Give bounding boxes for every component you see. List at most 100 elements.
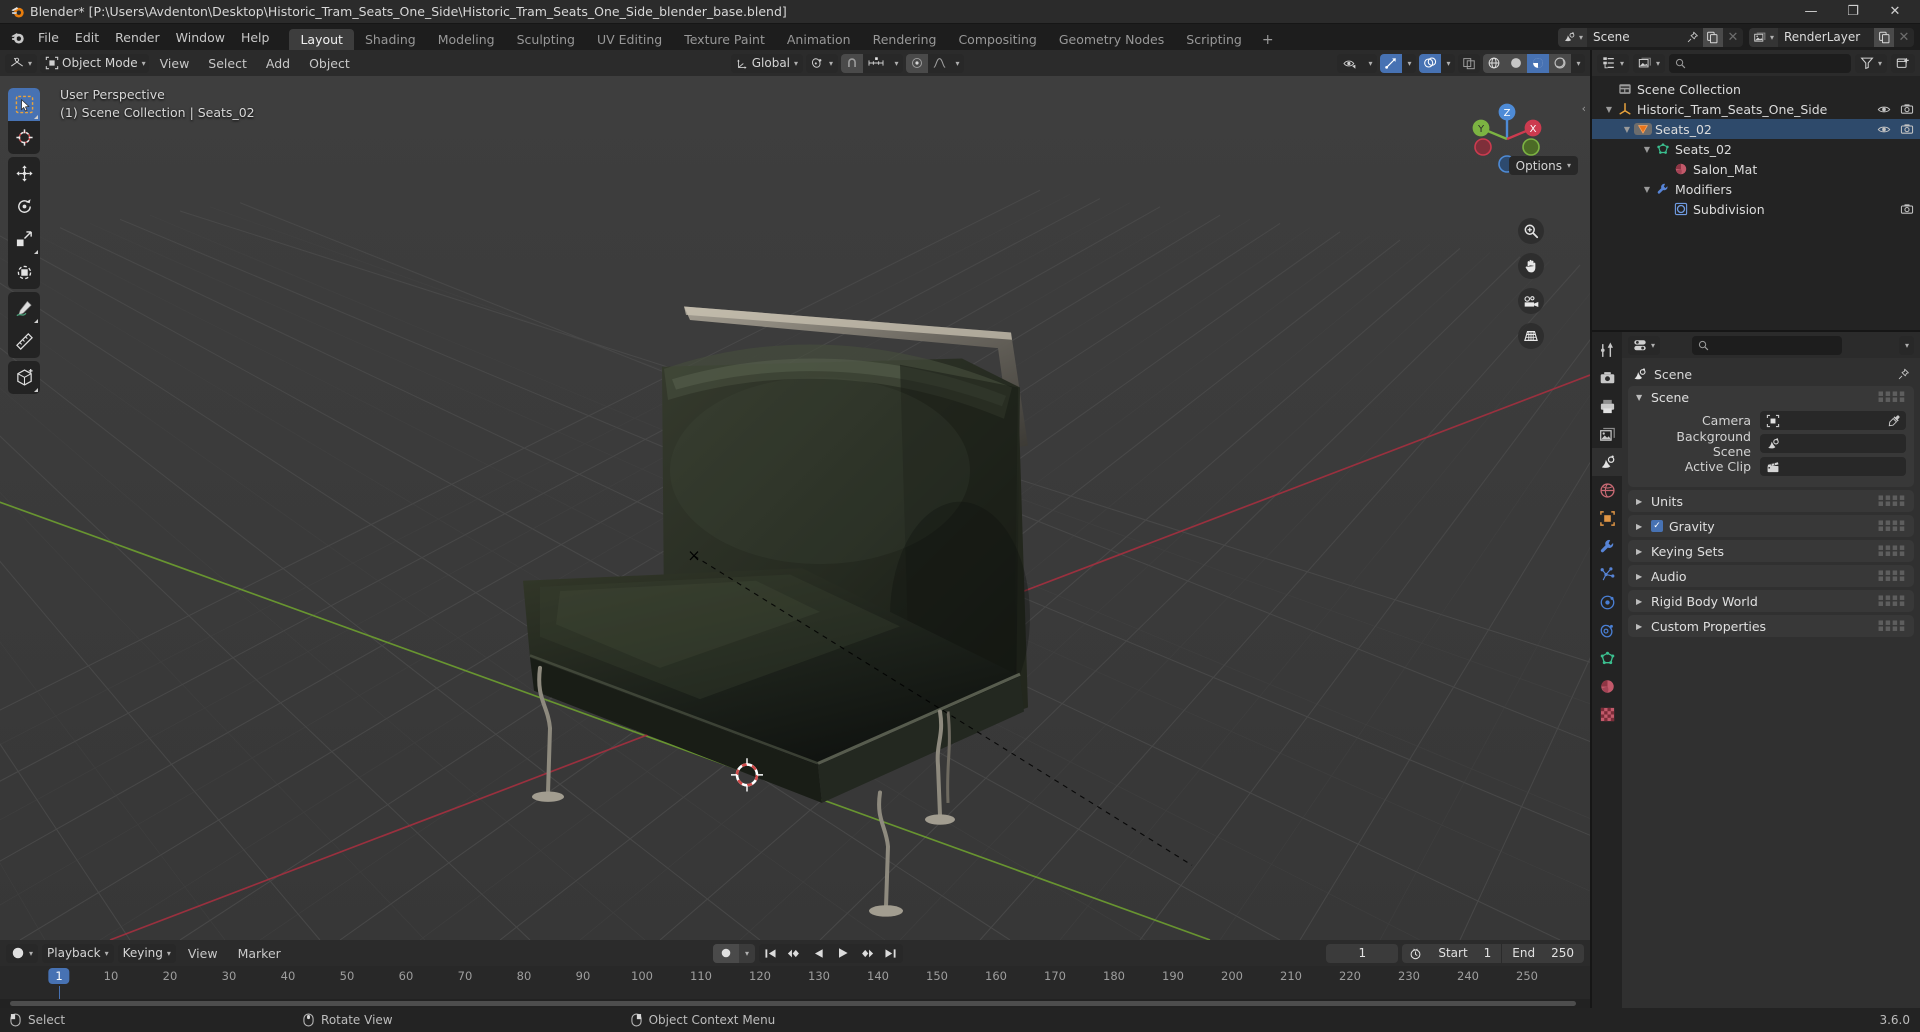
viewport-menu-view[interactable]: View: [152, 52, 198, 74]
panel-scene-header[interactable]: ▼ Scene ▪▪▪▪ ▪▪▪▪: [1628, 386, 1914, 408]
viewport-menu-add[interactable]: Add: [258, 52, 298, 74]
background-scene-field[interactable]: [1760, 434, 1906, 453]
tool-rotate[interactable]: [8, 190, 40, 223]
properties-tab-view-layer[interactable]: [1592, 420, 1622, 448]
properties-tab-material[interactable]: [1592, 672, 1622, 700]
properties-editor-type-button[interactable]: ▾: [1628, 335, 1661, 355]
properties-tab-constraints[interactable]: [1592, 616, 1622, 644]
jump-to-start-button[interactable]: [759, 944, 783, 963]
timeline-editor-type-button[interactable]: ▾: [6, 943, 39, 963]
disclosure-icon[interactable]: ▼: [1640, 145, 1654, 154]
show-gizmo-icon[interactable]: [1380, 53, 1402, 73]
properties-tab-scene[interactable]: [1592, 448, 1622, 476]
viewlayer-name[interactable]: RenderLayer: [1778, 30, 1874, 44]
outliner-filter-button[interactable]: ▾: [1854, 53, 1887, 73]
viewport-menu-object[interactable]: Object: [301, 52, 358, 74]
tool-add-cube[interactable]: [8, 361, 40, 394]
timeline-menu-marker[interactable]: Marker: [230, 942, 289, 964]
tool-measure[interactable]: [8, 325, 40, 358]
active-clip-field[interactable]: [1760, 457, 1906, 476]
outliner-row-scene-collection[interactable]: Scene Collection: [1592, 79, 1920, 99]
toggle-xray-icon[interactable]: [1458, 54, 1480, 73]
properties-tab-physics[interactable]: [1592, 588, 1622, 616]
disclosure-icon[interactable]: ▼: [1640, 185, 1654, 194]
properties-tab-object[interactable]: [1592, 504, 1622, 532]
timeline-menu-view[interactable]: View: [180, 942, 226, 964]
auto-key-caret-icon[interactable]: ▾: [739, 944, 755, 963]
interaction-mode-button[interactable]: Object Mode ▾: [40, 53, 149, 73]
menu-render[interactable]: Render: [107, 24, 168, 50]
workspace-tab-shading[interactable]: Shading: [354, 29, 427, 50]
toggle-perspective-icon[interactable]: [1518, 323, 1544, 349]
end-frame-field[interactable]: End 250: [1502, 944, 1584, 963]
camera-field[interactable]: [1760, 411, 1906, 430]
falloff-curve-icon[interactable]: [928, 54, 950, 73]
outliner-row-salon-mat[interactable]: Salon_Mat: [1592, 159, 1920, 179]
workspace-tab-scripting[interactable]: Scripting: [1175, 29, 1253, 50]
menu-window[interactable]: Window: [168, 24, 233, 50]
pin-icon[interactable]: [1683, 28, 1703, 47]
wireframe-shading-icon[interactable]: [1483, 53, 1505, 73]
properties-tab-world[interactable]: [1592, 476, 1622, 504]
outliner-search-input[interactable]: [1669, 53, 1851, 73]
tool-transform[interactable]: [8, 256, 40, 289]
timeline-ruler[interactable]: 1 10 20 30 40 50 60 70 80 90 100 110 120…: [0, 966, 1590, 999]
add-workspace-button[interactable]: +: [1253, 29, 1283, 50]
disclosure-icon[interactable]: ▼: [1602, 105, 1616, 114]
current-frame-field[interactable]: 1: [1326, 943, 1399, 963]
eye-icon[interactable]: [1877, 124, 1891, 135]
outliner-row-modifiers[interactable]: ▼ Modifiers: [1592, 179, 1920, 199]
workspace-tab-animation[interactable]: Animation: [776, 29, 862, 50]
properties-tab-data[interactable]: [1592, 644, 1622, 672]
rendered-shading-icon[interactable]: [1549, 53, 1571, 73]
show-overlays-icon[interactable]: [1419, 53, 1441, 73]
remove-viewlayer-icon[interactable]: ✕: [1894, 28, 1914, 47]
outliner-display-mode-button[interactable]: ▾: [1633, 53, 1666, 73]
disclosure-icon[interactable]: ▼: [1620, 125, 1634, 134]
panel-audio-header[interactable]: ▶ Audio ▪▪▪▪ ▪▪▪▪: [1628, 565, 1914, 587]
playhead-label[interactable]: 1: [48, 968, 70, 984]
camera-view-icon[interactable]: [1518, 288, 1544, 314]
object-visibility-icon[interactable]: [1337, 54, 1363, 73]
workspace-tab-sculpting[interactable]: Sculpting: [506, 29, 586, 50]
viewport-menu-select[interactable]: Select: [200, 52, 255, 74]
eyedropper-icon[interactable]: [1888, 414, 1901, 427]
app-menu-icon[interactable]: [4, 24, 30, 50]
playback-menu[interactable]: Playback ▾: [42, 943, 114, 963]
snap-magnet-icon[interactable]: [841, 53, 864, 73]
camera-render-icon[interactable]: [1900, 123, 1914, 135]
workspace-tab-geometry-nodes[interactable]: Geometry Nodes: [1048, 29, 1175, 50]
menu-file[interactable]: File: [30, 24, 67, 50]
visibility-caret-icon[interactable]: ▾: [1363, 54, 1377, 73]
outliner-row-historic-tram-seats[interactable]: ▼ Historic_Tram_Seats_One_Side: [1592, 99, 1920, 119]
maximize-button[interactable]: ❐: [1832, 0, 1874, 24]
minimize-button[interactable]: —: [1790, 0, 1832, 24]
properties-tab-modifiers[interactable]: [1592, 532, 1622, 560]
workspace-tab-uv-editing[interactable]: UV Editing: [586, 29, 673, 50]
overlays-caret-icon[interactable]: ▾: [1441, 54, 1455, 73]
editor-type-button[interactable]: ▾: [5, 53, 38, 73]
next-keyframe-button[interactable]: [855, 944, 879, 963]
zoom-icon[interactable]: [1518, 218, 1544, 244]
pan-hand-icon[interactable]: [1518, 253, 1544, 279]
panel-keying-sets-header[interactable]: ▶ Keying Sets ▪▪▪▪ ▪▪▪▪: [1628, 540, 1914, 562]
scene-selector[interactable]: ▾ Scene ✕: [1557, 27, 1743, 47]
tool-tweak-select-box[interactable]: [8, 88, 40, 121]
menu-help[interactable]: Help: [233, 24, 278, 50]
record-auto-key-icon[interactable]: [712, 943, 739, 963]
proportional-edit-icon[interactable]: [906, 53, 929, 73]
pin-id-icon[interactable]: [1897, 368, 1910, 381]
timeline-scrollbar[interactable]: [0, 999, 1590, 1008]
scene-name[interactable]: Scene: [1587, 30, 1683, 44]
play-button[interactable]: [831, 944, 855, 963]
pivot-point-button[interactable]: ▾: [806, 53, 839, 73]
jump-to-end-button[interactable]: [879, 944, 903, 963]
tool-annotate[interactable]: [8, 292, 40, 325]
viewlayer-selector[interactable]: ▾ RenderLayer ✕: [1748, 27, 1914, 47]
viewlayer-browse-icon[interactable]: ▾: [1748, 27, 1778, 47]
panel-custom-properties-header[interactable]: ▶ Custom Properties ▪▪▪▪ ▪▪▪▪: [1628, 615, 1914, 637]
tool-move[interactable]: [8, 157, 40, 190]
solid-shading-icon[interactable]: [1505, 53, 1527, 73]
workspace-tab-compositing[interactable]: Compositing: [947, 29, 1047, 50]
new-viewlayer-icon[interactable]: [1874, 27, 1894, 47]
